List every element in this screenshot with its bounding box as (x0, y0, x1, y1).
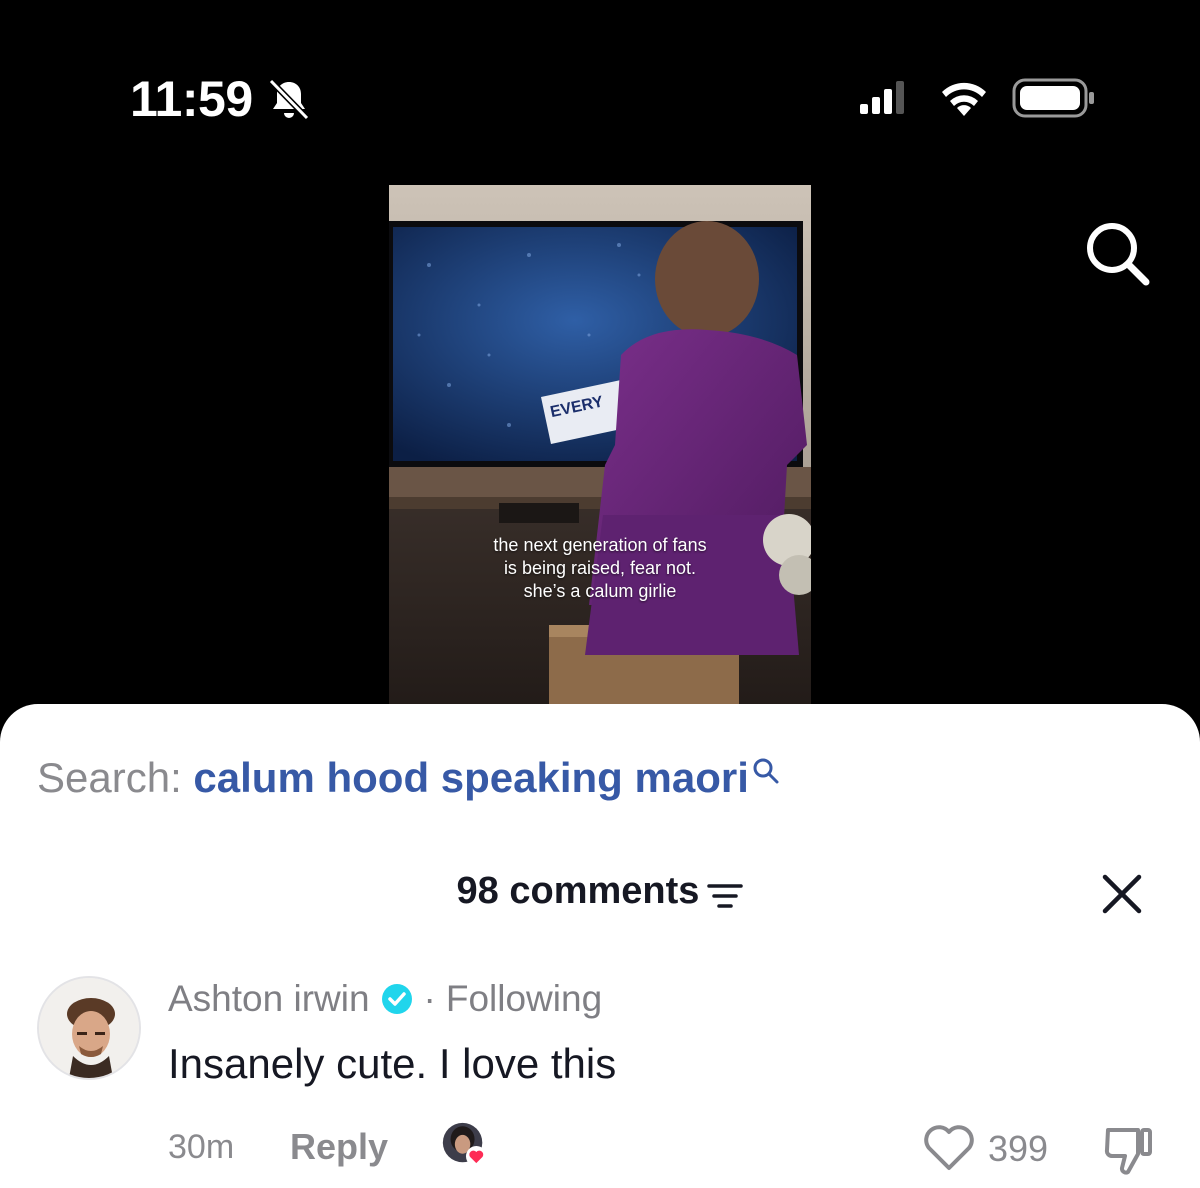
heart-icon[interactable] (922, 1122, 976, 1172)
caption-line: she’s a calum girlie (523, 581, 677, 601)
signal-icon (860, 81, 904, 114)
battery-icon (1012, 78, 1094, 118)
video-frame: EVERY (389, 185, 811, 710)
avatar-image (39, 978, 139, 1078)
comments-header: 98 comments (0, 870, 1200, 913)
comment-time: 30m (168, 1128, 235, 1166)
video-player[interactable]: EVERY the next generation of fans is bei… (389, 185, 811, 710)
comment-author[interactable]: Ashton irwin (168, 978, 370, 1020)
separator-dot: · (423, 978, 436, 1019)
bell-slash-icon (268, 78, 310, 121)
caption-line: is being raised, fear not. (503, 558, 697, 578)
wifi-icon (942, 82, 986, 116)
sort-icon[interactable] (707, 882, 744, 910)
comments-sheet: Search: calum hood speaking maori 98 com… (0, 704, 1200, 1188)
like-count: 399 (988, 1128, 1049, 1169)
close-icon[interactable] (1100, 872, 1144, 916)
search-query-link[interactable]: calum hood speaking maori (193, 754, 748, 801)
comment-text: Insanely cute. I love this (168, 1040, 617, 1087)
reply-button[interactable]: Reply (290, 1126, 388, 1168)
search-icon (753, 758, 779, 784)
search-prefix: Search: (37, 754, 194, 801)
search-suggestion[interactable]: Search: calum hood speaking maori (37, 754, 781, 802)
video-caption: the next generation of fans is being rai… (389, 534, 811, 603)
comments-count: 98 comments (456, 870, 700, 912)
creator-liked-avatar (442, 1122, 487, 1167)
status-time: 11:59 (130, 71, 253, 127)
caption-line: the next generation of fans (493, 535, 707, 555)
search-icon[interactable] (1082, 218, 1152, 288)
avatar[interactable] (37, 976, 141, 1080)
dislike-icon[interactable] (1100, 1122, 1156, 1178)
comment-meta: Ashton irwin · Following (168, 978, 602, 1020)
verified-icon (381, 984, 412, 1014)
following-label: Following (445, 978, 603, 1019)
